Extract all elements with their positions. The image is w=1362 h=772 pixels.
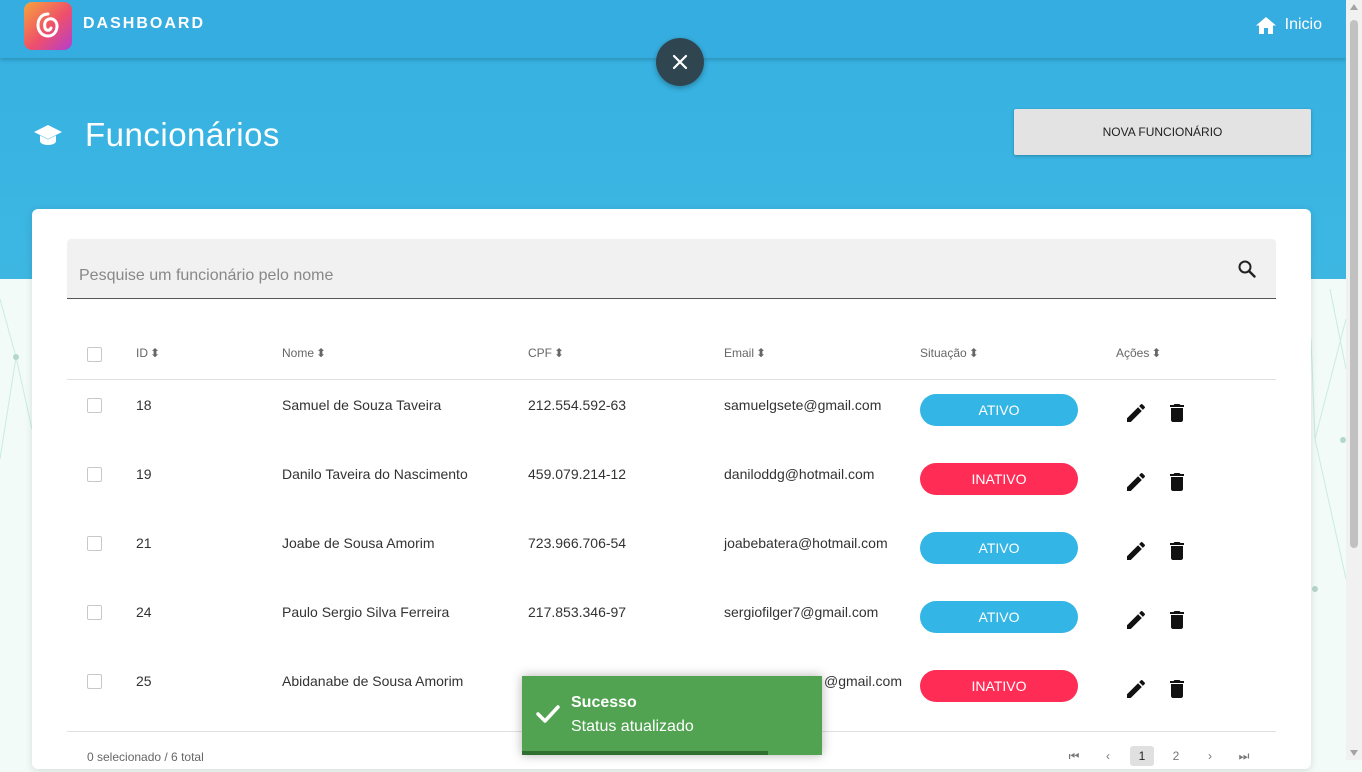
cell-cpf: 459.079.214-12 — [528, 466, 627, 482]
table-row: 24 Paulo Sergio Silva Ferreira 217.853.3… — [67, 587, 1276, 656]
cell-id: 21 — [136, 535, 152, 551]
cell-email: daniloddg@hotmail.com — [724, 466, 875, 482]
column-label: ID — [136, 346, 148, 360]
sort-icon: ⬍ — [554, 346, 565, 360]
column-label: Ações — [1116, 346, 1150, 360]
row-checkbox[interactable] — [87, 674, 102, 689]
column-header-status[interactable]: Situação ⬍ — [920, 346, 979, 360]
cell-email: sergiofilger7@gmail.com — [724, 604, 879, 620]
status-toggle-inactive[interactable]: INATIVO — [920, 670, 1078, 702]
page-title: Funcionários — [85, 116, 280, 153]
trash-icon[interactable] — [1170, 611, 1184, 629]
status-toggle-active[interactable]: ATIVO — [920, 532, 1078, 564]
column-label: Situação — [920, 346, 967, 360]
search-box — [67, 239, 1276, 299]
table-row: 21 Joabe de Sousa Amorim 723.966.706-54 … — [67, 518, 1276, 587]
sort-icon: ⬍ — [316, 346, 327, 360]
cell-id: 18 — [136, 397, 152, 413]
sort-icon: ⬍ — [150, 346, 161, 360]
pencil-icon[interactable] — [1127, 680, 1145, 698]
toast-message: Status atualizado — [571, 718, 694, 735]
logo-mark-icon — [36, 12, 59, 38]
page-button-1[interactable]: 1 — [1130, 746, 1154, 766]
column-label: Email — [724, 346, 755, 360]
app-logo[interactable] — [24, 2, 72, 50]
success-toast[interactable]: Sucesso Status atualizado — [522, 676, 822, 755]
toast-title: Sucesso — [571, 694, 637, 711]
column-label: CPF — [528, 346, 552, 360]
column-header-email[interactable]: Email ⬍ — [724, 346, 766, 360]
home-link[interactable]: Inicio — [1255, 16, 1322, 34]
sort-icon: ⬍ — [968, 346, 979, 360]
cell-name: Abidanabe de Sousa Amorim — [282, 673, 464, 689]
cell-cpf: 212.554.592-63 — [528, 397, 627, 413]
brand-title: DASHBOARD — [83, 15, 205, 32]
selection-summary: 0 selecionado / 6 total — [87, 750, 204, 764]
sort-icon: ⬍ — [1151, 346, 1162, 360]
first-page-button[interactable]: ⏮ — [1062, 746, 1086, 766]
scrollbar-thumb[interactable] — [1350, 20, 1358, 548]
column-header-name[interactable]: Nome ⬍ — [282, 346, 326, 360]
cell-name: Joabe de Sousa Amorim — [282, 535, 435, 551]
page-scrollbar[interactable] — [1346, 0, 1362, 760]
table-row: 19 Danilo Taveira do Nascimento 459.079.… — [67, 449, 1276, 518]
row-checkbox[interactable] — [87, 536, 102, 551]
column-header-cpf[interactable]: CPF ⬍ — [528, 346, 564, 360]
cell-id: 25 — [136, 673, 152, 689]
pencil-icon[interactable] — [1127, 542, 1145, 560]
status-toggle-active[interactable]: ATIVO — [920, 601, 1078, 633]
page-button-2[interactable]: 2 — [1164, 746, 1188, 766]
toast-progress-bar — [522, 751, 768, 755]
scroll-up-icon[interactable] — [1350, 4, 1358, 10]
last-page-button[interactable]: ⏭ — [1232, 746, 1256, 766]
pencil-icon[interactable] — [1127, 404, 1145, 422]
search-input[interactable] — [79, 267, 1199, 285]
check-icon — [536, 705, 560, 723]
cell-cpf: 723.966.706-54 — [528, 535, 627, 551]
cell-id: 19 — [136, 466, 152, 482]
home-link-label: Inicio — [1284, 16, 1322, 33]
search-icon[interactable] — [1238, 260, 1256, 278]
cell-email: joabebatera@hotmail.com — [724, 535, 888, 551]
sort-icon: ⬍ — [756, 346, 767, 360]
prev-page-button[interactable]: ‹ — [1096, 746, 1120, 766]
trash-icon[interactable] — [1170, 542, 1184, 560]
row-checkbox[interactable] — [87, 398, 102, 413]
cell-email: samuelgsete@gmail.com — [724, 397, 882, 413]
status-toggle-active[interactable]: ATIVO — [920, 394, 1078, 426]
graduation-cap-icon — [34, 125, 62, 145]
cell-name: Danilo Taveira do Nascimento — [282, 466, 468, 482]
scroll-down-icon[interactable] — [1350, 750, 1358, 756]
new-employee-button[interactable]: NOVA FUNCIONÁRIO — [1014, 109, 1311, 155]
column-header-id[interactable]: ID ⬍ — [136, 346, 160, 360]
paginator: ⏮ ‹ 1 2 › ⏭ — [1062, 746, 1256, 766]
select-all-checkbox[interactable] — [87, 347, 102, 362]
cell-name: Samuel de Souza Taveira — [282, 397, 442, 413]
trash-icon[interactable] — [1170, 473, 1184, 491]
table-header: ID ⬍ Nome ⬍ CPF ⬍ Email ⬍ Situação ⬍ Ações ⬍ — [67, 329, 1276, 380]
pencil-icon[interactable] — [1127, 473, 1145, 491]
column-header-actions[interactable]: Ações ⬍ — [1116, 346, 1161, 360]
close-button[interactable] — [656, 38, 704, 86]
cell-id: 24 — [136, 604, 152, 620]
next-page-button[interactable]: › — [1198, 746, 1222, 766]
row-checkbox[interactable] — [87, 605, 102, 620]
trash-icon[interactable] — [1170, 680, 1184, 698]
table-row: 18 Samuel de Souza Taveira 212.554.592-6… — [67, 380, 1276, 449]
column-label: Nome — [282, 346, 315, 360]
close-icon — [672, 54, 688, 70]
page-header: Funcionários — [33, 116, 280, 154]
status-toggle-inactive[interactable]: INATIVO — [920, 463, 1078, 495]
pencil-icon[interactable] — [1127, 611, 1145, 629]
cell-name: Paulo Sergio Silva Ferreira — [282, 604, 450, 620]
cell-cpf: 217.853.346-97 — [528, 604, 627, 620]
trash-icon[interactable] — [1170, 404, 1184, 422]
home-icon — [1255, 16, 1276, 34]
row-checkbox[interactable] — [87, 467, 102, 482]
